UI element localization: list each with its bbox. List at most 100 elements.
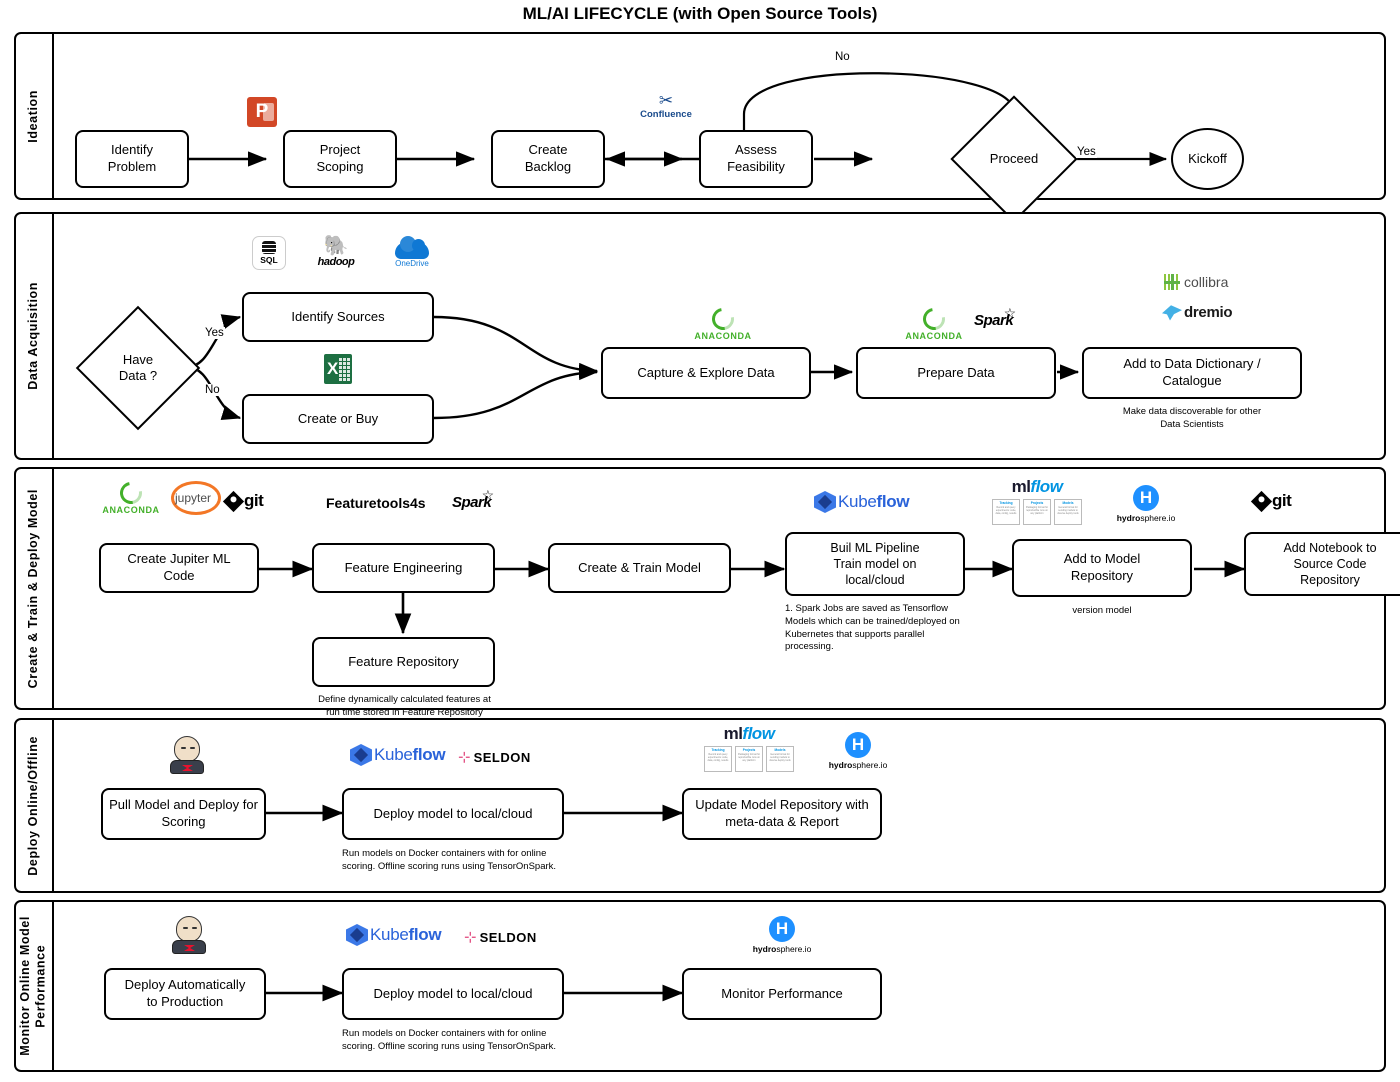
- dremio-logo: dremio: [1162, 304, 1233, 321]
- elephant-icon: 🐘: [323, 235, 349, 257]
- node-build-ml-pipeline[interactable]: Buil ML Pipeline Train model on local/cl…: [785, 532, 965, 596]
- kubeflow-label: Kubeflow: [838, 492, 910, 511]
- lane-label-cell-data-acquisition: Data Acquisition: [16, 214, 54, 458]
- hydrosphere-label: hydrosphere.io: [752, 944, 812, 954]
- star-icon: ☆: [481, 487, 495, 503]
- jenkins-face: [176, 916, 202, 942]
- node-feature-engineering[interactable]: Feature Engineering: [312, 543, 495, 593]
- hydrosphere-label: hydrosphere.io: [1116, 513, 1176, 523]
- page-title: ML/AI LIFECYCLE (with Open Source Tools): [522, 4, 878, 23]
- seldon-logo-monitor: ⊹ SELDON: [464, 928, 537, 946]
- jenkins-butler-icon: [172, 916, 206, 954]
- lane-label-cell-ideation: Ideation: [16, 34, 54, 198]
- hydrosphere-label: hydrosphere.io: [828, 760, 888, 770]
- node-proceed[interactable]: Proceed: [950, 95, 1078, 223]
- node-add-notebook-to-source-code-repository[interactable]: Add Notebook to Source Code Repository: [1244, 532, 1400, 596]
- mlflow-wordmark: mlflow: [723, 724, 775, 743]
- anaconda-logo-prepare: ANACONDA: [902, 303, 966, 341]
- collibra-logo: collibra: [1164, 274, 1228, 290]
- node-add-to-data-dictionary[interactable]: Add to Data Dictionary / Catalogue: [1082, 347, 1302, 399]
- anaconda-ring-icon: [707, 303, 739, 335]
- node-update-model-repository[interactable]: Update Model Repository with meta-data &…: [682, 788, 882, 840]
- onedrive-logo: OneDrive: [384, 236, 440, 268]
- git-logo-notebook: git: [1250, 490, 1292, 512]
- kubeflow-logo-pipeline: Kubeflow: [814, 491, 910, 513]
- hadoop-label: hadoop: [317, 256, 355, 268]
- spark-logo-prepare: Spark ☆: [974, 305, 1016, 329]
- note-catalogue: Make data discoverable for other Data Sc…: [1122, 406, 1262, 430]
- confluence-logo: ✂ Confluence: [625, 92, 707, 120]
- onedrive-label: OneDrive: [395, 259, 429, 268]
- mlflow-feature-boxes: Tracking Record and query experiments: c…: [704, 746, 794, 772]
- lane-body-ideation: P ✂ Confluence Identify Problem Project …: [54, 34, 1384, 223]
- lane-label-cell-deploy-online-offline: Deploy Online/Offline: [16, 720, 54, 891]
- confluence-label: Confluence: [640, 109, 692, 120]
- kubeflow-label: Kubeflow: [370, 925, 442, 944]
- jenkins-logo-deploy: [170, 736, 204, 774]
- kubeflow-mark-icon: [350, 744, 372, 766]
- edge-label-no-ideation: No: [834, 51, 851, 63]
- node-add-to-model-repository[interactable]: Add to Model Repository: [1012, 539, 1192, 597]
- featuretools4s-logo: Featuretools4s: [326, 495, 426, 511]
- proceed-label: Proceed: [989, 150, 1039, 166]
- confluence-mark-icon: ✂: [658, 91, 674, 110]
- lane-create-train-deploy-model: Create & Train & Deploy Model ANACONDA j…: [14, 467, 1400, 718]
- node-deploy-model-local-cloud[interactable]: Deploy model to local/cloud: [342, 788, 564, 840]
- jenkins-butler-icon: [170, 736, 204, 774]
- git-diamond-icon: [222, 490, 245, 512]
- dremio-fish-icon: [1162, 305, 1182, 321]
- lane-label-data-acquisition: Data Acquisition: [26, 282, 41, 390]
- node-kickoff[interactable]: Kickoff: [1171, 128, 1244, 190]
- mlflow-logo-modelrepo: mlflow Tracking Record and query experim…: [992, 477, 1082, 525]
- mlflow-wordmark: mlflow: [1011, 477, 1063, 496]
- hydrosphere-h-icon: H: [845, 732, 871, 758]
- note-docker-deploy: Run models on Docker containers with for…: [342, 848, 557, 872]
- dremio-label: dremio: [1184, 304, 1233, 321]
- lane-deploy-online-offline: Deploy Online/Offline Kubeflow ⊹ SELDON …: [14, 718, 1386, 893]
- jenkins-logo-monitor: [172, 916, 206, 954]
- jenkins-eye-right: [190, 747, 195, 749]
- node-pull-model-and-deploy[interactable]: Pull Model and Deploy for Scoring: [101, 788, 266, 840]
- node-create-jupiter-ml-code[interactable]: Create Jupiter ML Code: [99, 543, 259, 593]
- jupyter-logo: jupyter: [169, 481, 221, 515]
- hydrosphere-h-icon: H: [769, 916, 795, 942]
- note-docker-monitor: Run models on Docker containers with for…: [342, 1028, 557, 1052]
- collibra-label: collibra: [1184, 274, 1229, 290]
- edge-label-yes-ideation: Yes: [1076, 146, 1097, 158]
- node-have-data[interactable]: Have Data ?: [75, 305, 201, 431]
- seldon-label: SELDON: [479, 929, 537, 945]
- collibra-grid-icon: [1164, 274, 1180, 290]
- node-identify-sources[interactable]: Identify Sources: [242, 292, 434, 342]
- edge-label-yes-data: Yes: [204, 327, 225, 339]
- node-create-train-model[interactable]: Create & Train Model: [548, 543, 731, 593]
- node-monitor-performance[interactable]: Monitor Performance: [682, 968, 882, 1020]
- mlflow-logo-update: mlflow Tracking Record and query experim…: [704, 724, 794, 772]
- anaconda-label: ANACONDA: [905, 331, 963, 341]
- node-feature-repository[interactable]: Feature Repository: [312, 637, 495, 687]
- node-identify-problem[interactable]: Identify Problem: [75, 130, 189, 188]
- anaconda-ring-icon: [115, 477, 147, 509]
- note-spark-jobs: 1. Spark Jobs are saved as Tensorflow Mo…: [785, 603, 960, 653]
- node-assess-feasibility[interactable]: Assess Feasibility: [699, 130, 813, 188]
- seldon-logo-deploy: ⊹ SELDON: [458, 748, 531, 766]
- node-capture-explore-data[interactable]: Capture & Explore Data: [601, 347, 811, 399]
- mlflow-box-projects: Projects Packaging format for reproducib…: [1023, 499, 1051, 525]
- node-create-or-buy[interactable]: Create or Buy: [242, 394, 434, 444]
- node-create-backlog[interactable]: Create Backlog: [491, 130, 605, 188]
- node-prepare-data[interactable]: Prepare Data: [856, 347, 1056, 399]
- lane-label-deploy-online-offline: Deploy Online/Offline: [26, 735, 41, 876]
- mlflow-box-projects: Projects Packaging format for reproducib…: [735, 746, 763, 772]
- powerpoint-logo: P: [247, 97, 277, 127]
- node-project-scoping[interactable]: Project Scoping: [283, 130, 397, 188]
- jupyter-label: jupyter: [174, 491, 212, 505]
- anaconda-label: ANACONDA: [694, 331, 752, 341]
- node-deploy-model-local-cloud-2[interactable]: Deploy model to local/cloud: [342, 968, 564, 1020]
- hydrosphere-logo-modelrepo: H hydrosphere.io: [1104, 485, 1188, 523]
- excel-logo: X: [324, 354, 352, 384]
- anaconda-ring-icon: [918, 303, 950, 335]
- jenkins-eye-left: [181, 747, 186, 749]
- seldon-mark-icon: ⊹: [458, 749, 471, 766]
- kubeflow-logo-monitor: Kubeflow: [346, 924, 442, 946]
- node-deploy-automatically-to-production[interactable]: Deploy Automatically to Production: [104, 968, 266, 1020]
- lane-body-monitor: Kubeflow ⊹ SELDON H hydrosphere.io Deplo…: [54, 902, 1384, 1070]
